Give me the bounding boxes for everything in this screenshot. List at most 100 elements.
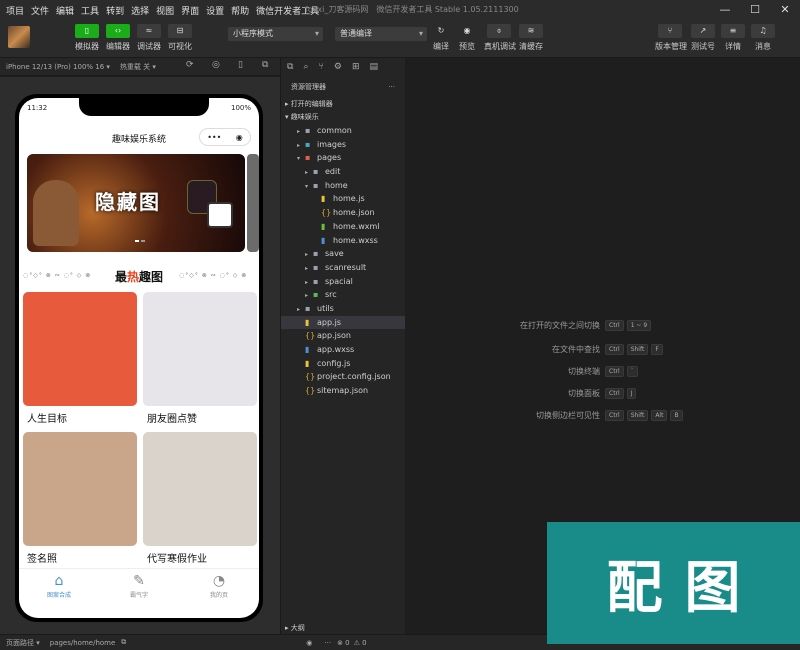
tree-item-home-wxss[interactable]: ▮ home.wxss bbox=[281, 234, 405, 248]
user-avatar[interactable] bbox=[8, 26, 30, 48]
tree-item-label: sitemap.json bbox=[317, 386, 369, 396]
tree-item-home-json[interactable]: {} home.json bbox=[281, 206, 405, 220]
mode-select[interactable]: 小程序模式 ▾ bbox=[228, 27, 323, 41]
menu-item[interactable]: 界面 bbox=[181, 4, 199, 17]
banner-next-slide[interactable] bbox=[247, 154, 259, 252]
debug-icon[interactable]: ⚙ bbox=[334, 62, 342, 72]
rotate-icon[interactable]: ⟳ bbox=[186, 60, 194, 70]
tree-item-app-json[interactable]: {} app.json bbox=[281, 329, 405, 343]
tree-item-label: spacial bbox=[325, 276, 353, 286]
tab-mine[interactable]: ◔ 我的页 bbox=[179, 569, 259, 610]
compile-mode-select[interactable]: 普通编译 ▾ bbox=[335, 27, 427, 41]
messages-button[interactable]: ♫ 消息 bbox=[748, 24, 778, 52]
search-icon[interactable]: ⌕ bbox=[303, 62, 308, 72]
close-button[interactable]: ✕ bbox=[770, 0, 800, 20]
open-editors-section[interactable]: ▸ 打开的编辑器 bbox=[281, 98, 405, 111]
visual-button[interactable]: ⊟ 可视化 bbox=[165, 24, 195, 52]
docker-icon[interactable]: ▤ bbox=[370, 62, 379, 72]
window-controls: — ☐ ✕ bbox=[710, 0, 800, 20]
clear-cache-button[interactable]: ≋ 清缓存 bbox=[516, 24, 546, 52]
card-life-goal[interactable]: 人生目标 bbox=[23, 292, 137, 425]
real-debug-button[interactable]: ⌽ 真机调试 bbox=[484, 24, 516, 52]
menu-item[interactable]: 编辑 bbox=[56, 4, 74, 17]
simulator-panel: 11:32 100% 趣味娱乐系统 ••• ◉ 隐藏图 ◌°◇° ⊗ ∾ ◌° … bbox=[0, 77, 280, 634]
error-count[interactable]: ⊗ 0 bbox=[337, 639, 350, 647]
tree-item-edit[interactable]: ▸ ▪ edit bbox=[281, 165, 405, 179]
record-icon[interactable]: ◎ bbox=[212, 60, 220, 70]
route-label[interactable]: 页面路径 ▾ bbox=[6, 638, 40, 648]
maximize-button[interactable]: ☐ bbox=[740, 0, 770, 20]
close-circle-icon[interactable]: ◉ bbox=[236, 133, 243, 142]
debug-icon: ≈ bbox=[137, 24, 161, 38]
tree-item-app-js[interactable]: ▮ app.js bbox=[281, 315, 405, 330]
tree-item-home-wxml[interactable]: ▮ home.wxml bbox=[281, 220, 405, 234]
shortcut-keys: Ctrl Shift Alt B bbox=[605, 410, 686, 421]
tree-item-common[interactable]: ▸ ▪ common bbox=[281, 124, 405, 138]
menu-item[interactable]: 视图 bbox=[156, 4, 174, 17]
device-select[interactable]: iPhone 12/13 (Pro) 100% 16 ▾ bbox=[6, 63, 110, 71]
details-button[interactable]: ≡ 详情 bbox=[718, 24, 748, 52]
card-signature-photo[interactable]: 签名照 bbox=[23, 432, 137, 565]
key-cap: Ctrl bbox=[605, 410, 624, 421]
menu-item[interactable]: 选择 bbox=[131, 4, 149, 17]
hot-reload-select[interactable]: 热重载 关 ▾ bbox=[120, 62, 156, 72]
card-moments-like[interactable]: 朋友圈点赞 bbox=[143, 292, 257, 425]
tree-item-project-config-json[interactable]: {} project.config.json bbox=[281, 370, 405, 384]
version-button[interactable]: ⑂ 版本管理 bbox=[655, 24, 687, 52]
tree-item-images[interactable]: ▸ ▪ images bbox=[281, 138, 405, 152]
debugger-button[interactable]: ≈ 调试器 bbox=[134, 24, 164, 52]
menu-item[interactable]: 转到 bbox=[106, 4, 124, 17]
shortcut-keys: Ctrl Shift F bbox=[605, 344, 666, 355]
menu-item[interactable]: 工具 bbox=[81, 4, 99, 17]
tab-compose[interactable]: ⌂ 图案合成 bbox=[19, 569, 99, 610]
tree-item-scanresult[interactable]: ▸ ▪ scanresult bbox=[281, 261, 405, 275]
key-cap: 1 ~ 9 bbox=[626, 320, 652, 331]
tree-item-home-js[interactable]: ▮ home.js bbox=[281, 192, 405, 206]
tree-item-src[interactable]: ▸ ▪ src bbox=[281, 288, 405, 302]
more-icon[interactable]: ••• bbox=[207, 133, 221, 142]
copy-icon[interactable]: ⧉ bbox=[121, 638, 126, 647]
phone-outline-icon[interactable]: ▯ bbox=[238, 60, 243, 70]
menu-item[interactable]: 设置 bbox=[206, 4, 224, 17]
eye-icon[interactable]: ◉ bbox=[306, 639, 312, 647]
card-homework[interactable]: 代写寒假作业 bbox=[143, 432, 257, 565]
project-section[interactable]: ▾ 趣味娱乐 bbox=[281, 111, 405, 124]
tree-item-app-wxss[interactable]: ▮ app.wxss bbox=[281, 343, 405, 357]
tree-item-utils[interactable]: ▸ ▪ utils bbox=[281, 302, 405, 316]
warning-count[interactable]: ⚠ 0 bbox=[354, 639, 367, 647]
tree-item-spacial[interactable]: ▸ ▪ spacial bbox=[281, 275, 405, 289]
tree-item-config-js[interactable]: ▮ config.js bbox=[281, 357, 405, 371]
more-icon[interactable]: ··· bbox=[388, 76, 395, 98]
tree-item-pages[interactable]: ▾ ▪ pages bbox=[281, 151, 405, 165]
json-file-icon: {} bbox=[305, 372, 316, 382]
card-image bbox=[23, 432, 137, 546]
tree-item-label: common bbox=[317, 126, 352, 135]
key-cap: F bbox=[651, 344, 663, 355]
test-account-button[interactable]: ↗ 测试号 bbox=[688, 24, 718, 52]
chevron-right-icon: ▸ bbox=[297, 128, 301, 135]
simulator-button[interactable]: ▯ 模拟器 bbox=[72, 24, 102, 52]
menu-item[interactable]: 帮助 bbox=[231, 4, 249, 17]
minimize-button[interactable]: — bbox=[710, 0, 740, 20]
banner-carousel[interactable]: 隐藏图 bbox=[27, 154, 245, 252]
capsule-button[interactable]: ••• ◉ bbox=[199, 128, 251, 146]
menu-item[interactable]: 文件 bbox=[31, 4, 49, 17]
extensions-icon[interactable]: ⊞ bbox=[352, 62, 360, 72]
preview-button[interactable]: ◉ 预览 bbox=[452, 24, 482, 52]
outline-section[interactable]: ▸ 大纲 bbox=[281, 622, 406, 634]
files-icon[interactable]: ⧉ bbox=[287, 62, 293, 72]
banner-badge bbox=[207, 202, 233, 228]
tree-item-sitemap-json[interactable]: {} sitemap.json bbox=[281, 384, 405, 398]
source-control-icon[interactable]: ⑂ bbox=[318, 62, 323, 72]
editor-button[interactable]: ‹› 编辑器 bbox=[103, 24, 133, 52]
popout-icon[interactable]: ⧉ bbox=[262, 60, 268, 70]
tree-item-home[interactable]: ▾ ▪ home bbox=[281, 179, 405, 193]
tab-bold-text[interactable]: ✎ 霸气字 bbox=[99, 569, 179, 610]
tree-item-save[interactable]: ▸ ▪ save bbox=[281, 247, 405, 261]
explorer-panel: ⧉ ⌕ ⑂ ⚙ ⊞ ▤ 资源管理器 ··· ▸ 打开的编辑器 ▾ 趣味娱乐 ▸ ▪… bbox=[280, 58, 405, 634]
tree-item-label: scanresult bbox=[325, 262, 367, 272]
key-cap: Shift bbox=[626, 410, 649, 421]
folder-icon: ▪ bbox=[305, 303, 311, 313]
more-icon[interactable]: ··· bbox=[324, 639, 331, 647]
menu-item[interactable]: 项目 bbox=[6, 4, 24, 17]
